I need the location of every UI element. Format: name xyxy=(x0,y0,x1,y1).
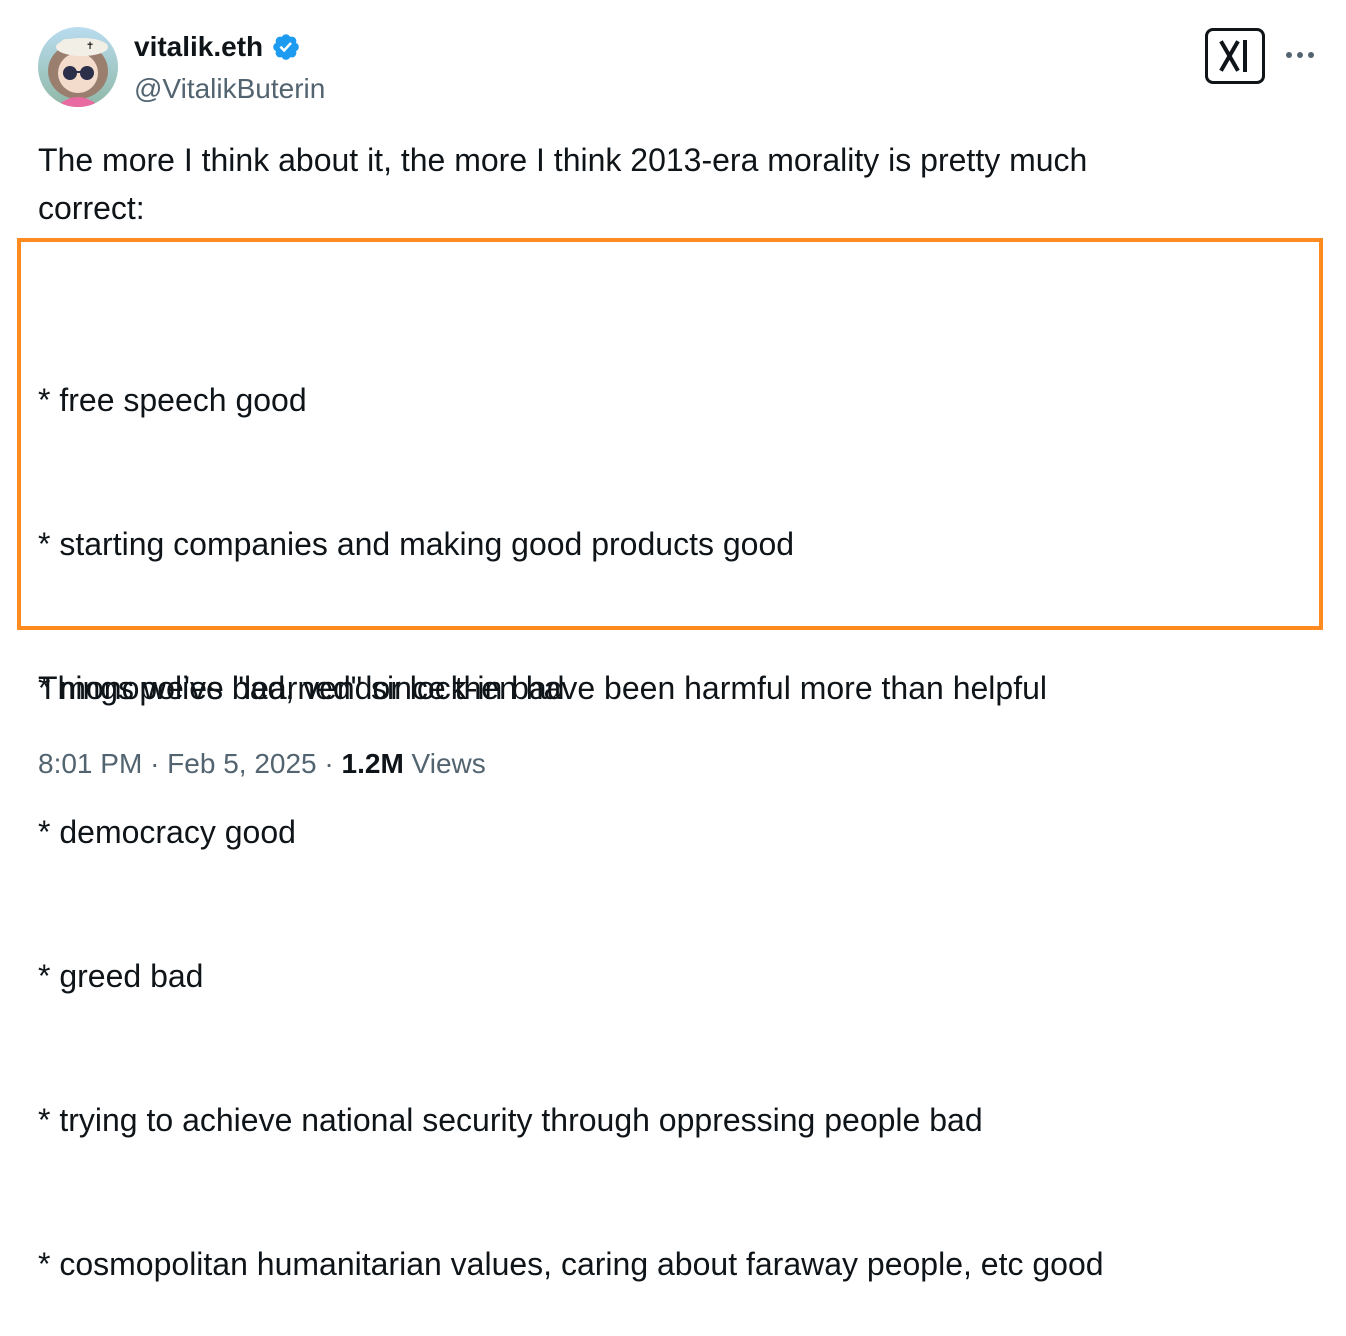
views-label: Views xyxy=(411,748,486,779)
tweet-intro: The more I think about it, the more I th… xyxy=(38,136,1087,232)
tweet-bullet-item: * greed bad xyxy=(38,958,204,994)
tweet-bullet-item: * trying to achieve national security th… xyxy=(38,1102,983,1138)
tweet-bullet-item: * free speech good xyxy=(38,382,307,418)
tweet-date[interactable]: Feb 5, 2025 xyxy=(167,748,316,779)
author-display-name[interactable]: vitalik.eth xyxy=(134,30,263,64)
tweet-meta: 8:01 PM · Feb 5, 2025 · 1.2M Views xyxy=(38,746,486,782)
meta-separator: · xyxy=(324,748,334,779)
views-count: 1.2M xyxy=(341,748,404,779)
author-handle[interactable]: @VitalikButerin xyxy=(134,72,325,106)
tweet-bullet-item: * starting companies and making good pro… xyxy=(38,526,795,562)
tweet-time[interactable]: 8:01 PM xyxy=(38,748,142,779)
tweet-outro: Things we've "learned" since then have b… xyxy=(38,670,1047,706)
author-name-row[interactable]: vitalik.eth xyxy=(134,30,301,64)
avatar[interactable]: ✝ xyxy=(38,27,118,107)
tweet-bullet-list: * free speech good * starting companies … xyxy=(38,280,1104,1336)
grok-logo-icon xyxy=(1219,40,1247,72)
tweet-bullet-item: * cosmopolitan humanitarian values, cari… xyxy=(38,1246,1104,1282)
grok-button[interactable] xyxy=(1205,28,1265,84)
tweet-intro-line: The more I think about it, the more I th… xyxy=(38,142,1088,178)
meta-separator: · xyxy=(150,748,160,779)
svg-text:✝: ✝ xyxy=(86,41,94,52)
avatar-image: ✝ xyxy=(38,27,118,107)
more-options-button[interactable] xyxy=(1282,40,1318,70)
tweet-intro-line: correct: xyxy=(38,190,145,226)
tweet-bullet-item: * democracy good xyxy=(38,814,296,850)
verified-badge-icon xyxy=(271,32,301,62)
more-horizontal-icon xyxy=(1286,52,1314,58)
